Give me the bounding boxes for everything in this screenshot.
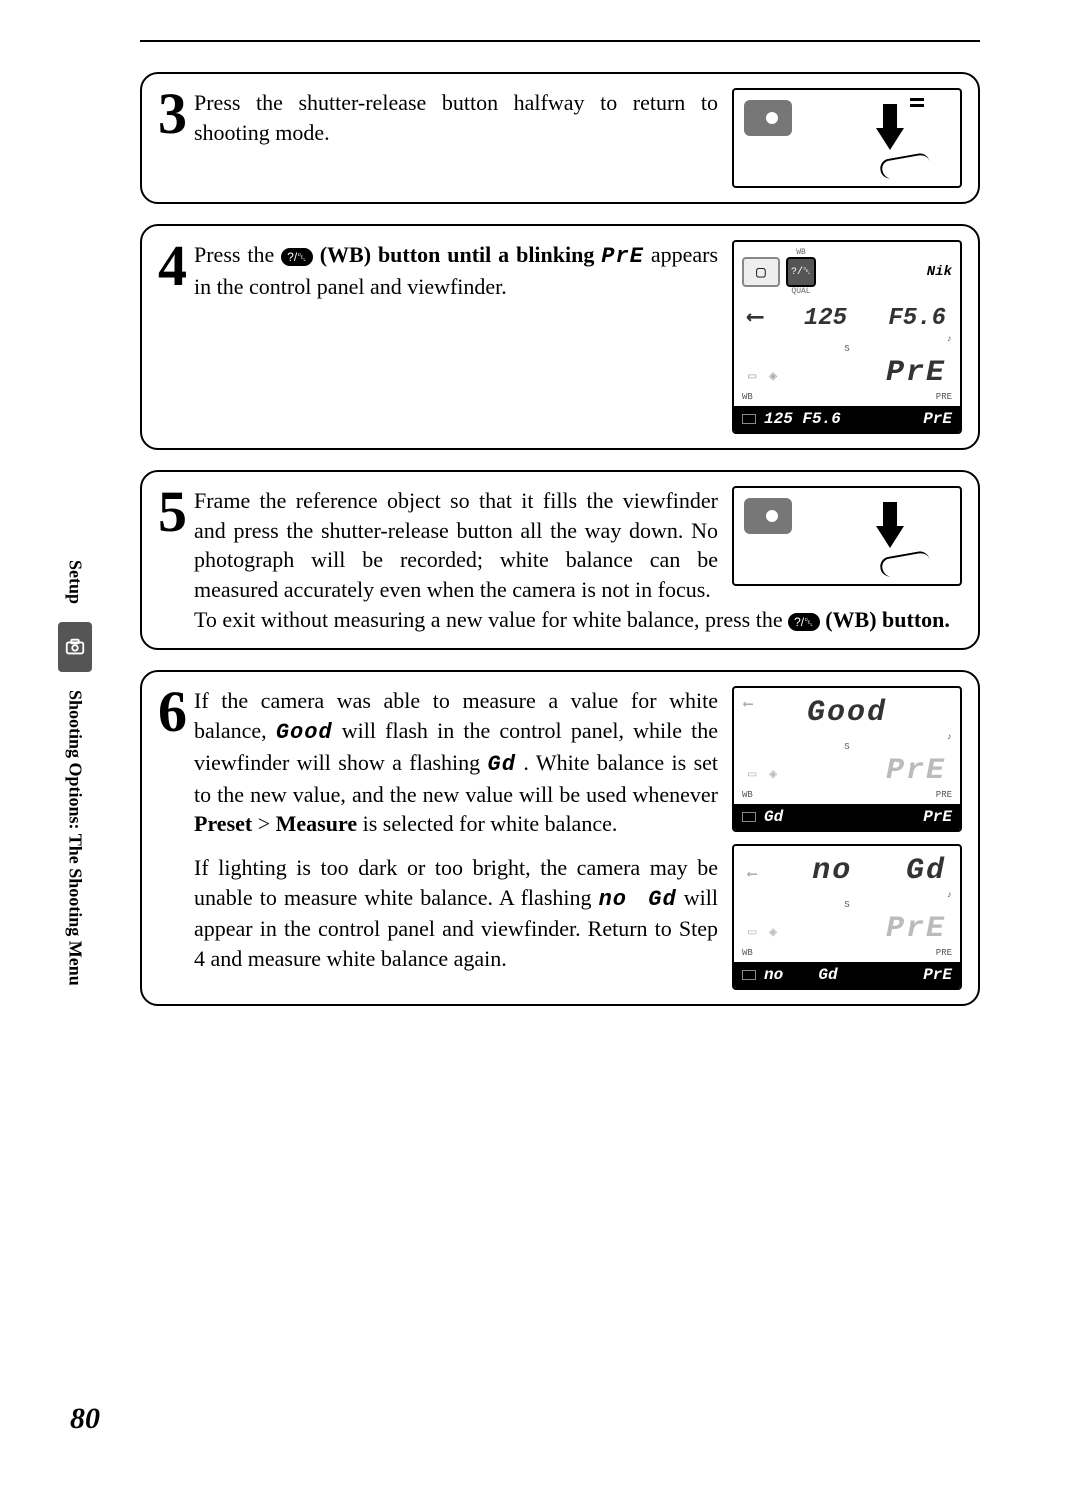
side-tab-area: Setup Shooting Options: The Shooting Men…: [60, 560, 90, 986]
step-4-text: Press the ?/␡ (WB) button until a blinki…: [194, 240, 718, 301]
pre-indicator: PrE: [601, 244, 644, 269]
camera-icon: [744, 100, 792, 136]
camera-small-icon: ▢: [742, 257, 780, 287]
gd-indicator: Gd: [488, 752, 516, 777]
no-indicator: no: [599, 887, 627, 912]
step-5-box: 5 Frame the reference object so that it …: [140, 470, 980, 650]
step-5-number: 5: [158, 486, 194, 605]
sidebar-label-section: Shooting Options: The Shooting Menu: [65, 690, 86, 986]
step-3-number: 3: [158, 88, 194, 140]
step-5-text-2: To exit without measuring a new value fo…: [194, 605, 962, 635]
control-panel-lcd-good: ⟵ Good ♪ S ▭ ◈ PrE WB PRE Gd PrE: [732, 686, 962, 832]
wb-button-icon: ?/␡: [281, 248, 313, 266]
step-4-box: 4 Press the ?/␡ (WB) button until a blin…: [140, 224, 980, 450]
shooting-menu-tab-icon: [58, 622, 92, 672]
viewfinder-bar-nogd: no Gd PrE: [734, 962, 960, 988]
finger-icon: [879, 550, 932, 578]
step-4-illustration: ▢ WB ?/␡ QUAL Nik ⟵ 125 F5.6 ♪ S ▭ ◈: [732, 240, 962, 434]
page-number: 80: [70, 1402, 100, 1436]
top-rule: [140, 40, 980, 42]
arrow-down-icon: [876, 496, 904, 548]
camera-icon: [744, 498, 792, 534]
good-indicator: Good: [276, 720, 333, 745]
shutter-fullpress-diagram: [732, 486, 962, 586]
gd-indicator: Gd: [648, 887, 676, 912]
sidebar-label-setup: Setup: [65, 560, 86, 604]
wb-small-icon: ?/␡: [786, 257, 816, 287]
viewfinder-bar: 125 F5.6 PrE: [734, 406, 960, 432]
control-panel-lcd-nogd: ⟵ no Gd ♪ S ▭ ◈ PrE WB PRE no Gd: [732, 844, 962, 990]
step-5-text-1: Frame the reference object so that it fi…: [194, 486, 718, 605]
step-6-text: If the camera was able to measure a valu…: [194, 686, 718, 990]
step-6-illustration: ⟵ Good ♪ S ▭ ◈ PrE WB PRE Gd PrE: [732, 686, 962, 990]
viewfinder-bar-good: Gd PrE: [734, 804, 960, 830]
manual-page: 3 Press the shutter-release button halfw…: [0, 0, 1080, 1486]
wb-button-icon: ?/␡: [788, 613, 820, 631]
step-3-box: 3 Press the shutter-release button halfw…: [140, 72, 980, 204]
step-6-number: 6: [158, 686, 194, 990]
control-panel-lcd: ▢ WB ?/␡ QUAL Nik ⟵ 125 F5.6 ♪ S ▭ ◈: [732, 240, 962, 434]
shutter-halfpress-diagram: [732, 88, 962, 188]
step-4-number: 4: [158, 240, 194, 292]
arrow-down-icon: [876, 98, 904, 150]
step-3-text: Press the shutter-release button halfway…: [194, 88, 718, 147]
step-3-illustration: [732, 88, 962, 188]
finger-icon: [879, 152, 932, 180]
step-5-illustration: [732, 486, 962, 605]
step-6-box: 6 If the camera was able to measure a va…: [140, 670, 980, 1006]
